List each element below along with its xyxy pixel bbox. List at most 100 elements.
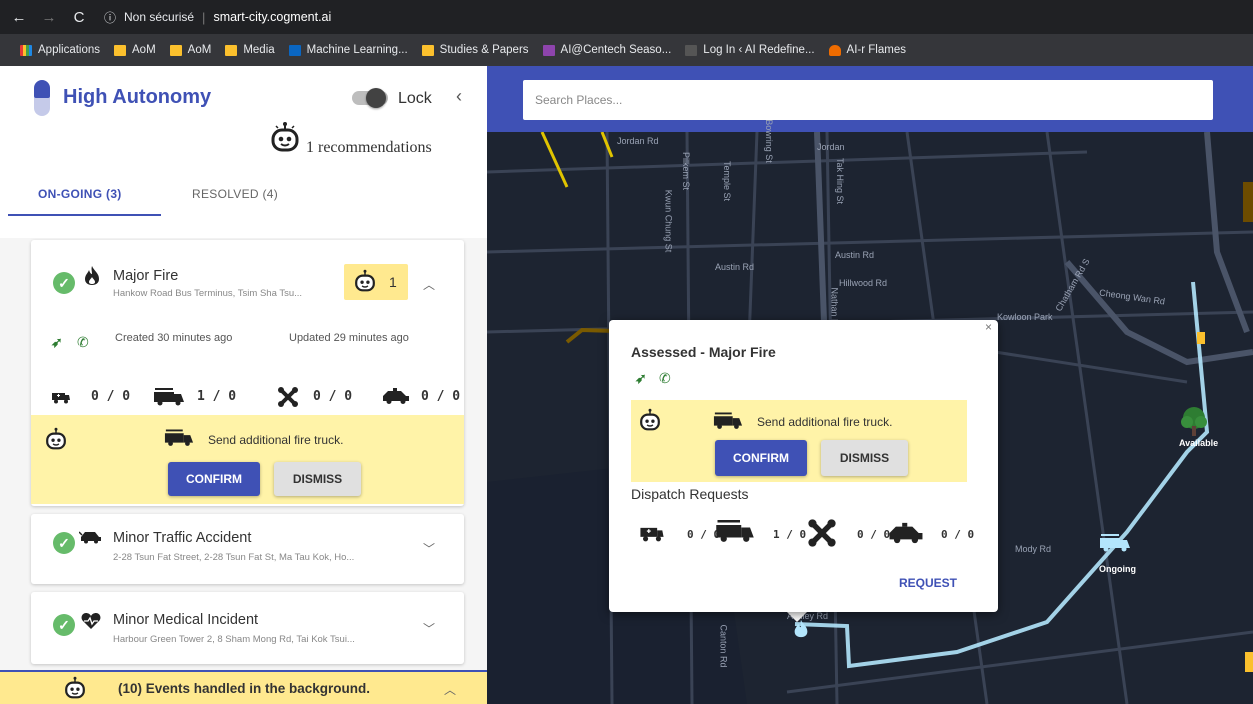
popup-title: Assessed - Major Fire [631,344,776,360]
info-icon[interactable]: ⓘ [104,9,116,26]
tab-resolved[interactable]: RESOLVED (4) [192,187,278,201]
recommendations-count: 1 recommendations [306,139,432,156]
linkedin-icon [288,44,301,56]
check-circle-icon: ✓ [53,272,75,294]
bookmark-machine-learning[interactable]: Machine Learning... [288,44,408,56]
bookmark-ai-redefined[interactable]: Log In ‹ AI Redefine... [685,44,815,56]
podcast-icon [542,44,555,56]
bookmark-air-flames[interactable]: AI-r Flames [828,44,906,56]
police-car-icon[interactable] [887,522,925,544]
autonomy-level-icon [34,80,50,116]
bookmark-aicentech[interactable]: AI@Centech Seaso... [542,44,671,56]
fire-truck-count: 1 / 0 [773,528,807,541]
background-events-bar[interactable]: (10) Events handled in the background. ︿ [0,670,487,704]
folder-icon [169,44,182,56]
chevron-up-icon[interactable]: ︿ [423,276,435,293]
check-circle-icon: ✓ [53,614,75,636]
dismiss-button[interactable]: DISMISS [821,440,908,476]
police-count: 0 / 0 [941,528,975,541]
recommendation-badge[interactable]: 1 [344,264,408,300]
robot-icon [65,676,85,699]
dismiss-button[interactable]: DISMISS [274,462,361,496]
chevron-down-icon[interactable]: ﹀ [423,540,435,557]
assessment-icon: ➶ [51,334,63,350]
updated-time: Updated 29 minutes ago [289,332,409,344]
tree-marker-icon[interactable] [1179,406,1209,438]
back-icon[interactable]: ← [8,9,30,26]
event-title: Major Fire [113,268,179,284]
event-card-medical-incident[interactable]: ✓ Minor Medical Incident Harbour Green T… [31,592,464,664]
map-header [487,66,1253,132]
check-circle-icon: ✓ [53,532,75,554]
event-card-traffic-accident[interactable]: ✓ Minor Traffic Accident 2-28 Tsun Fat S… [31,514,464,584]
fire-truck-icon [713,412,743,429]
police-count: 0 / 0 [421,389,461,404]
street-label: Kowloon Park [997,312,1053,322]
forward-icon[interactable]: → [38,9,60,26]
folder-icon [421,44,434,56]
event-popup: × Assessed - Major Fire ➶ ✆ Send additio… [609,320,998,612]
street-label: Austin Rd [715,262,755,272]
event-address: Harbour Green Tower 2, 8 Sham Mong Rd, T… [113,634,355,645]
tab-indicator [8,214,161,216]
bookmark-applications[interactable]: Applications [20,44,100,56]
car-crash-icon [79,531,101,544]
autonomy-title: High Autonomy [63,86,212,108]
confirm-button[interactable]: CONFIRM [168,462,260,496]
street-label: Kwun Chung St [663,189,674,253]
confirm-button[interactable]: CONFIRM [715,440,807,476]
drone-icon [278,387,298,407]
fire-truck-icon [164,429,194,446]
search-input[interactable] [523,80,1213,120]
chevron-up-icon[interactable]: ︿ [444,681,456,698]
street-label: Hillwood Rd [839,278,888,288]
lock-toggle[interactable] [352,88,388,108]
bookmark-aom-1[interactable]: AoM [114,44,156,56]
robot-icon [46,427,66,450]
event-address: Hankow Road Bus Terminus, Tsim Sha Tsu..… [113,288,303,299]
request-button[interactable]: REQUEST [899,576,957,590]
fire-truck-marker-icon[interactable] [1099,532,1131,552]
recommendation-text: Send additional fire truck. [208,433,344,447]
street-label: Mody Rd [1015,544,1052,554]
drone-count: 0 / 0 [857,528,891,541]
police-car-icon [383,388,409,404]
recommendation-panel: Send additional fire truck. CONFIRM DISM… [31,415,464,504]
fire-truck-icon[interactable] [715,516,755,544]
collapse-sidebar-icon[interactable]: ‹ [456,86,462,107]
bookmark-media[interactable]: Media [225,44,275,56]
street-label: Tak Hing St [835,157,846,205]
map[interactable]: Jordan Rd Jordan Austin Rd Austin Rd Hil… [487,66,1253,704]
popup-tail [787,612,807,622]
chevron-down-icon[interactable]: ﹀ [423,620,435,637]
street-label: Canton Rd [718,624,729,668]
dispatch-requests-title: Dispatch Requests [631,486,749,502]
street-label: Bowring St [763,119,774,163]
event-title: Minor Medical Incident [113,612,259,628]
ambulance-icon[interactable] [639,524,665,542]
street-label: Jordan [817,142,845,152]
search-box[interactable] [523,80,1213,120]
phone-icon: ✆ [77,334,89,350]
ambulance-count: 0 / 0 [91,389,131,404]
event-card-major-fire[interactable]: ✓ Major Fire Hankow Road Bus Terminus, T… [31,240,464,506]
event-tabs: ON-GOING (3) RESOLVED (4) [0,174,487,218]
recommendation-count: 1 [389,274,397,290]
available-marker-label: Available [1179,438,1219,448]
address-bar[interactable]: ⓘ Non sécurisé | smart-city.cogment.ai [104,9,331,26]
popup-recommendation-panel: Send additional fire truck. CONFIRM DISM… [631,400,967,482]
reload-icon[interactable]: C [68,9,90,26]
drone-icon[interactable] [807,518,837,548]
drone-count: 0 / 0 [313,389,353,404]
robot-icon [640,408,660,431]
bookmark-studies[interactable]: Studies & Papers [421,44,529,56]
street-label: Temple St [722,160,733,202]
fire-truck-icon [154,388,184,406]
fire-truck-count: 1 / 0 [197,389,237,404]
street-label: Austin Rd [835,250,875,260]
created-time: Created 30 minutes ago [115,332,233,344]
bookmark-aom-2[interactable]: AoM [169,44,211,56]
tab-ongoing[interactable]: ON-GOING (3) [38,187,122,201]
close-icon[interactable]: × [985,320,992,334]
robot-icon [271,122,299,152]
